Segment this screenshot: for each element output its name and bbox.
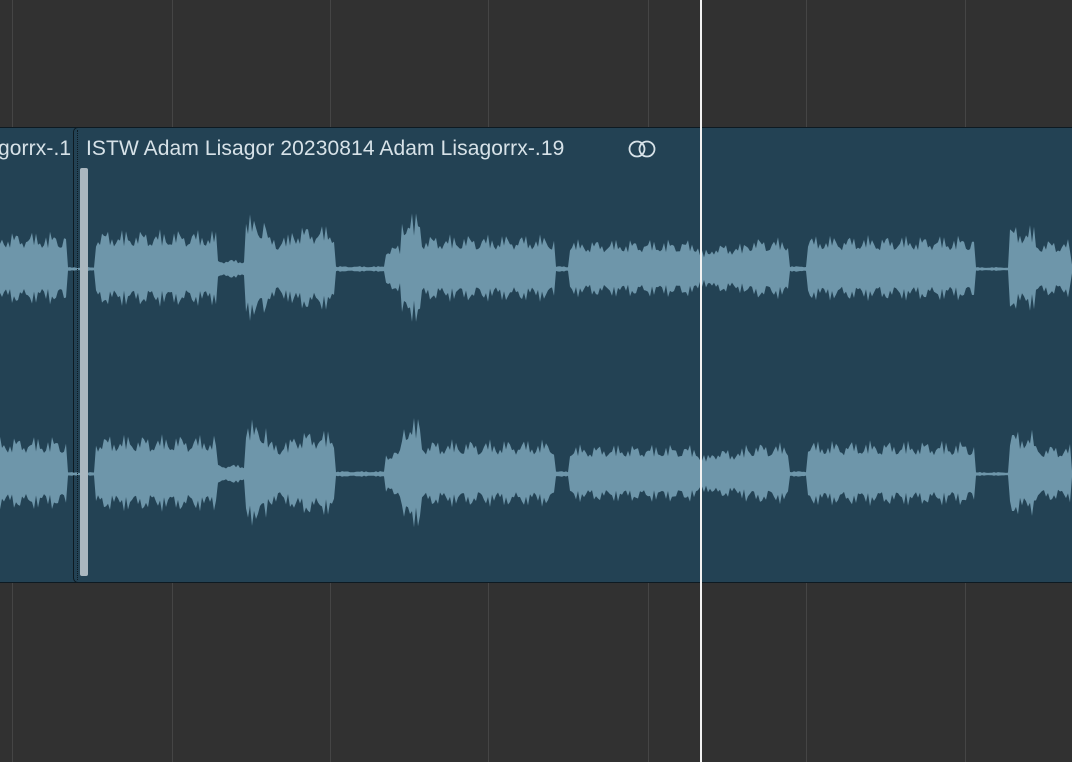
waveform-channel-right	[0, 418, 1072, 528]
region-boundary	[77, 130, 78, 580]
playhead[interactable]	[700, 0, 702, 762]
loop-rings-icon	[628, 140, 656, 158]
region-cut-handle[interactable]	[80, 168, 88, 576]
tracks-area[interactable]: gorrx-.1 ISTW Adam Lisagor 20230814 Adam…	[0, 0, 1072, 762]
region-name: ISTW Adam Lisagor 20230814 Adam Lisagorr…	[86, 137, 565, 160]
region-name-previous: gorrx-.1	[0, 137, 72, 160]
stereo-waveform	[0, 213, 1072, 528]
waveform-channel-left	[0, 213, 1072, 322]
